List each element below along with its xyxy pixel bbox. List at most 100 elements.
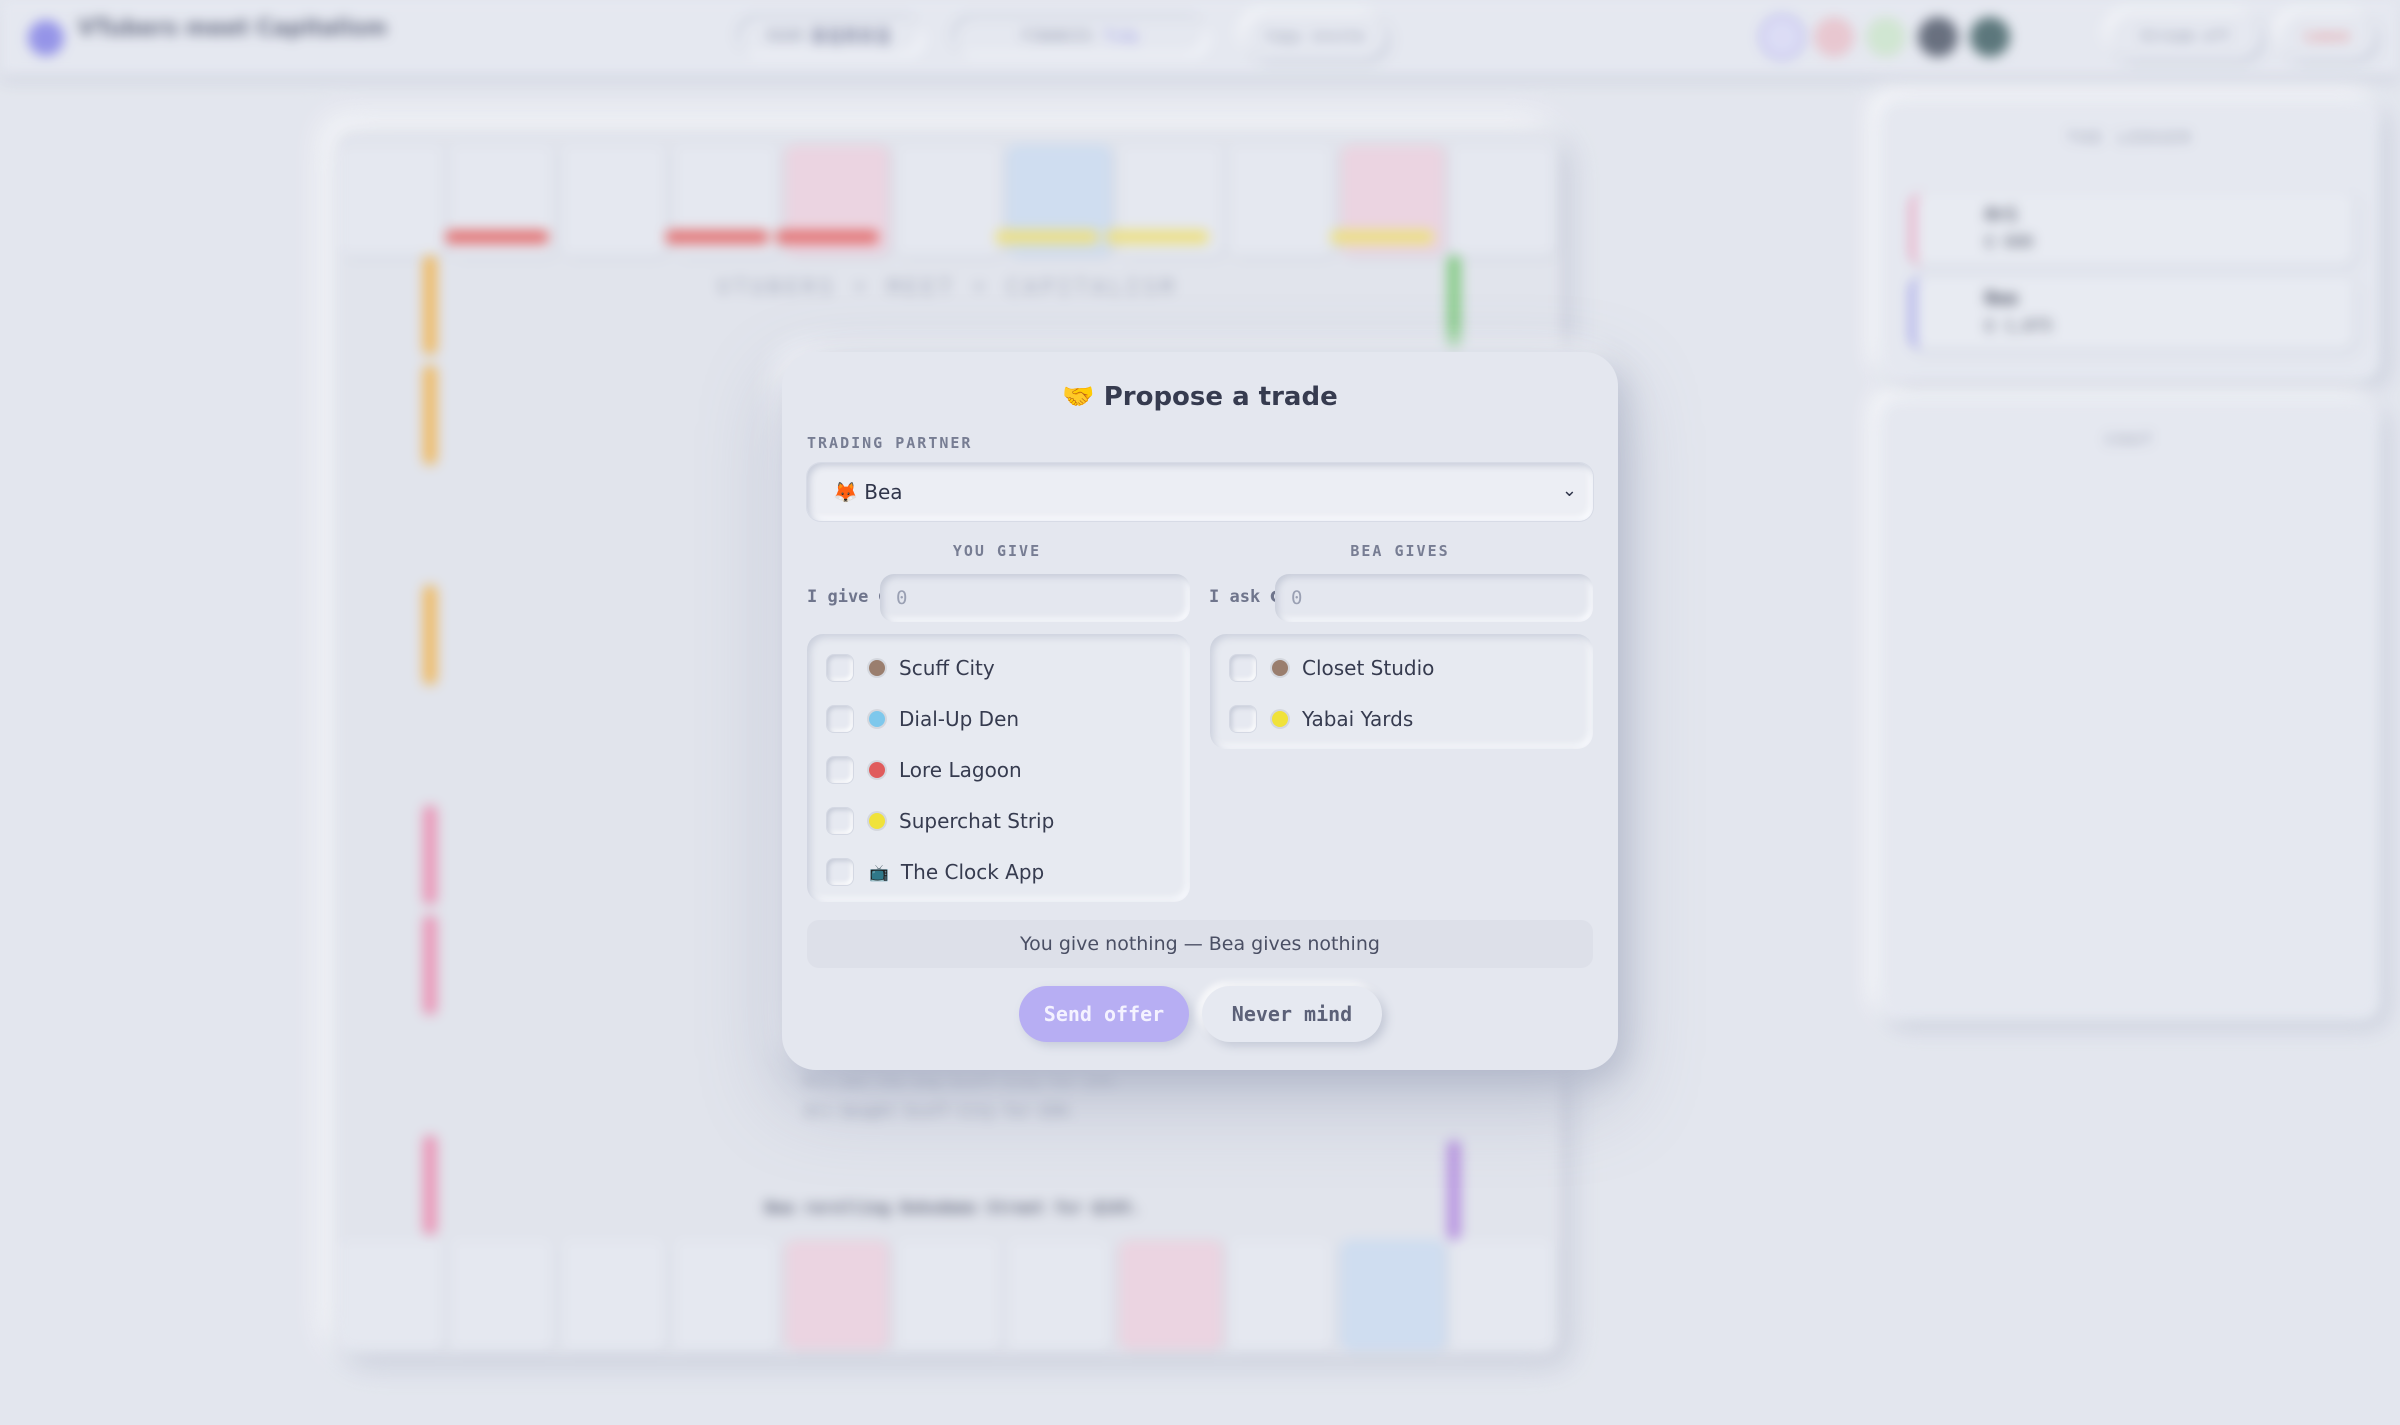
player-avatar-2[interactable]: [1814, 17, 1854, 57]
give-cash-label: I give ₵: [807, 587, 889, 607]
property-name: Dial-Up Den: [899, 707, 1020, 731]
handshake-icon: 🤝: [1062, 382, 1095, 412]
color-strip: [423, 915, 437, 1015]
property-name: Lore Lagoon: [899, 758, 1022, 782]
board-tile[interactable]: [340, 145, 444, 255]
room-code-pill[interactable]: ROOM BQRKQ: [735, 14, 925, 58]
chevron-down-icon: ⌄: [1561, 480, 1577, 501]
log-line: Bea rerolling Dokodemo Street for ₵165.: [765, 1198, 1141, 1217]
property-checkbox[interactable]: [827, 706, 853, 732]
property-name: The Clock App: [900, 860, 1045, 884]
property-checkbox[interactable]: [1230, 706, 1256, 732]
chat-heading: CHAT: [2104, 430, 2156, 449]
color-strip: [445, 230, 549, 244]
board-tile[interactable]: [674, 1240, 778, 1350]
player-avatar-1[interactable]: [1762, 17, 1802, 57]
color-strip: [995, 230, 1099, 244]
property-name: Yabai Yards: [1302, 707, 1414, 731]
board-tile[interactable]: [1451, 1240, 1555, 1350]
log-line: Ari bought Scuff City for ₵50.: [805, 1102, 1076, 1120]
color-dot-icon: [869, 813, 885, 829]
leave-button[interactable]: Leave: [2280, 14, 2374, 58]
finances-pill[interactable]: FINANCES Tidy: [950, 14, 1210, 58]
board-tile[interactable]: [1451, 145, 1555, 255]
property-option[interactable]: Lore Lagoon: [827, 752, 1022, 788]
color-strip: [1447, 255, 1461, 355]
ledger-heading: THE LEDGER: [2066, 128, 2194, 147]
color-strip: [423, 585, 437, 685]
logo-icon: [28, 20, 64, 56]
color-strip: [1330, 230, 1434, 244]
ask-cash-label: I ask ₵: [1209, 587, 1281, 607]
they-give-heading: BEA GIVES: [1350, 542, 1450, 560]
player-avatar-5[interactable]: [1970, 17, 2010, 57]
color-dot-icon: [869, 762, 885, 778]
color-strip: [423, 1135, 437, 1235]
property-option[interactable]: Dial-Up Den: [827, 701, 1019, 737]
property-checkbox[interactable]: [827, 757, 853, 783]
board-tile[interactable]: [340, 1240, 444, 1350]
ledger-row-bea[interactable]: Bea ₵ 1,075: [1910, 276, 2355, 350]
tidy-label: Tidy: [1103, 27, 1140, 45]
color-strip: [423, 805, 437, 905]
property-checkbox[interactable]: [827, 655, 853, 681]
dialog-title-text: Propose a trade: [1103, 382, 1338, 412]
player-name: Bea: [1985, 288, 2018, 309]
room-label: ROOM: [766, 27, 803, 45]
property-option[interactable]: Yabai Yards: [1230, 701, 1413, 737]
property-name: Scuff City: [899, 656, 995, 680]
never-mind-button[interactable]: Never mind: [1202, 986, 1382, 1042]
color-dot-icon: [869, 711, 885, 727]
finances-label: FINANCES: [1020, 27, 1094, 45]
board-tile[interactable]: [897, 1240, 1001, 1350]
trading-partner-select[interactable]: 🦊 Bea ⌄: [807, 463, 1593, 521]
ask-cash-placeholder: 0: [1291, 587, 1303, 609]
color-strip: [665, 230, 769, 244]
player-avatar-4[interactable]: [1918, 17, 1958, 57]
stream-off-button[interactable]: Stream off: [2110, 14, 2260, 58]
your-properties-list: Scuff City Dial-Up Den Lore Lagoon Super…: [807, 634, 1190, 902]
board-tile[interactable]: [785, 1240, 889, 1350]
property-name: Superchat Strip: [899, 809, 1055, 833]
board-tile[interactable]: [1341, 1240, 1445, 1350]
color-dot-icon: [869, 660, 885, 676]
player-cash: ₵ 1,075: [1985, 316, 2053, 335]
player-name: Ari: [1985, 204, 2018, 225]
property-option[interactable]: Closet Studio: [1230, 650, 1434, 686]
player-cash: ₵ 600: [1985, 232, 2034, 251]
board-tile[interactable]: [562, 145, 666, 255]
color-strip: [775, 230, 879, 244]
ask-cash-input[interactable]: 0: [1275, 574, 1593, 622]
trade-summary: You give nothing — Bea gives nothing: [807, 920, 1593, 968]
copy-invite-button[interactable]: Copy invite: [1245, 14, 1385, 58]
board-tile[interactable]: [1229, 1240, 1333, 1350]
board-tile[interactable]: [897, 145, 1001, 255]
board-tile[interactable]: [1229, 145, 1333, 255]
trade-dialog: 🤝 Propose a trade TRADING PARTNER 🦊 Bea …: [782, 352, 1618, 1070]
chat-panel: CHAT: [1880, 400, 2380, 1020]
color-strip: [1447, 1140, 1461, 1240]
send-offer-button[interactable]: Send offer: [1019, 986, 1189, 1042]
property-option[interactable]: Superchat Strip: [827, 803, 1054, 839]
property-option[interactable]: Scuff City: [827, 650, 995, 686]
player-avatar-3[interactable]: [1866, 17, 1906, 57]
property-checkbox[interactable]: [1230, 655, 1256, 681]
color-dot-icon: [1272, 660, 1288, 676]
property-option[interactable]: 📺 The Clock App: [827, 854, 1044, 890]
tv-icon: 📺: [869, 862, 889, 882]
partner-selected-value: 🦊 Bea: [833, 480, 903, 504]
app-title: VTubers meet Capitalism: [78, 16, 388, 41]
ledger-row-ari[interactable]: Ari ₵ 600: [1910, 192, 2355, 266]
give-cash-placeholder: 0: [896, 587, 908, 609]
music-icon[interactable]: [2032, 17, 2072, 57]
board-tile[interactable]: [562, 1240, 666, 1350]
property-checkbox[interactable]: [827, 808, 853, 834]
property-checkbox[interactable]: [827, 859, 853, 885]
board-tile[interactable]: [450, 1240, 554, 1350]
color-strip: [423, 365, 437, 465]
give-cash-input[interactable]: 0: [880, 574, 1190, 622]
board-tile[interactable]: [1119, 1240, 1223, 1350]
property-name: Closet Studio: [1302, 656, 1435, 680]
log-line: Ari won the big Scuff City for ₵50.: [805, 1070, 1122, 1088]
board-tile[interactable]: [1007, 1240, 1111, 1350]
